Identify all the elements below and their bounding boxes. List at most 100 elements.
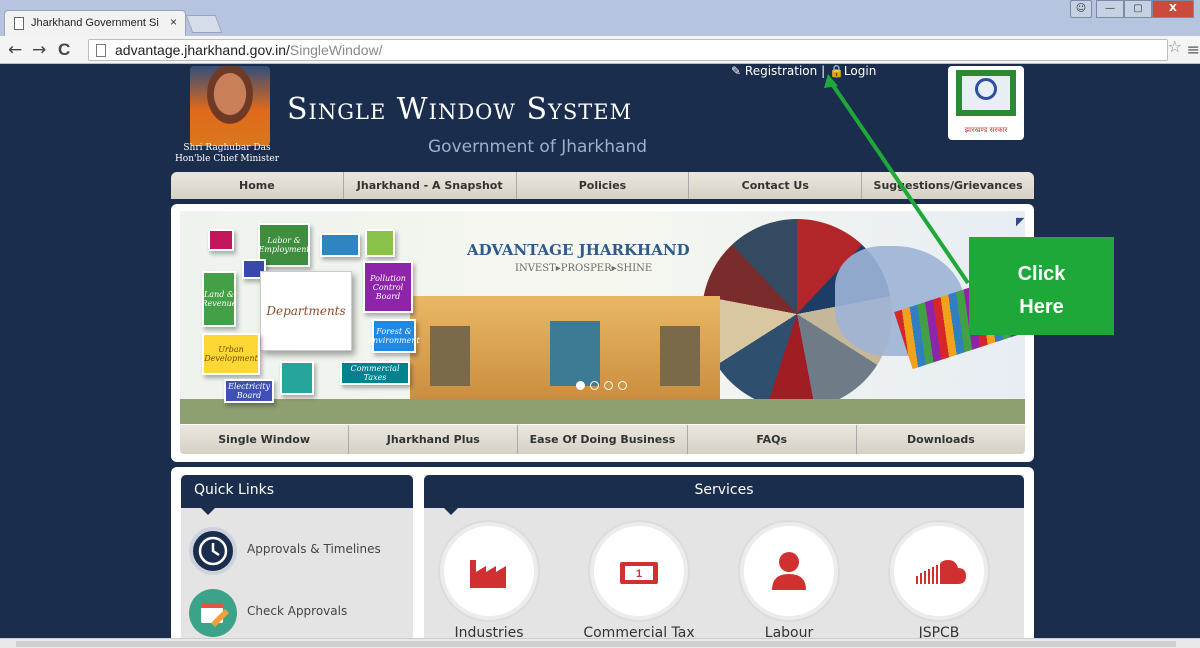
dept-block	[320, 233, 360, 257]
building-window	[660, 326, 700, 386]
service-industries[interactable]	[440, 522, 538, 620]
advantage-banner-carousel[interactable]: Labor & Employment Pollution Control Boa…	[180, 211, 1025, 424]
dept-block	[208, 229, 234, 251]
service-label-industries[interactable]: Industries	[419, 625, 559, 638]
subnav-jharkhand-plus[interactable]: Jharkhand Plus	[349, 425, 519, 454]
browser-menu-icon[interactable]: ≡	[1187, 40, 1200, 59]
nav-snapshot[interactable]: Jharkhand - A Snapshot	[344, 172, 517, 199]
cm-title: Hon'ble Chief Minister	[174, 154, 280, 164]
edit-icon: ✎	[731, 64, 742, 78]
back-icon[interactable]: ←	[8, 40, 22, 60]
chief-minister-photo	[190, 66, 270, 146]
close-window-button[interactable]: X	[1152, 0, 1194, 18]
scrollbar-thumb[interactable]	[16, 641, 1176, 647]
cm-name: Shri Raghubar Das	[183, 143, 271, 153]
url-path: SingleWindow/	[289, 42, 383, 58]
horizontal-scrollbar[interactable]	[0, 638, 1200, 648]
subnav-faqs[interactable]: FAQs	[688, 425, 857, 454]
money-icon: 1	[620, 562, 658, 584]
carousel-dot[interactable]	[604, 381, 613, 390]
page-info-icon[interactable]	[96, 44, 106, 57]
quick-link-check-approvals[interactable]: Check Approvals	[189, 589, 409, 637]
clock-icon	[189, 527, 237, 575]
calendar-pencil-icon	[189, 589, 237, 637]
quick-links-panel: Quick Links Approvals & Timelines Check …	[181, 475, 413, 638]
dept-block-electricity: Electricity Board	[224, 379, 274, 403]
maximize-button[interactable]: ▢	[1124, 0, 1152, 18]
browser-tab-bar: Jharkhand Government Si × ☺ — ▢ X	[0, 0, 1200, 36]
carousel-dot[interactable]	[576, 381, 585, 390]
svg-text:1: 1	[636, 568, 642, 580]
dept-block	[280, 361, 314, 395]
subnav-ease-of-business[interactable]: Ease Of Doing Business	[518, 425, 688, 454]
services-panel: Services Industries 1 Commercial Tax Lab…	[424, 475, 1024, 638]
service-label-jspcb[interactable]: JSPCB	[869, 625, 1009, 638]
address-bar: ← → C advantage.jharkhand.gov.in/SingleW…	[0, 36, 1200, 64]
carousel-indicators	[576, 381, 627, 390]
service-label-commercial-tax[interactable]: Commercial Tax	[569, 625, 709, 638]
quick-link-label: Check Approvals	[247, 604, 348, 618]
quick-link-label: Approvals & Timelines	[247, 542, 381, 556]
service-labour[interactable]	[740, 522, 838, 620]
login-link[interactable]: Login	[844, 64, 876, 78]
url-domain: advantage.jharkhand.gov.in/	[115, 42, 290, 58]
account-links: ✎ Registration | 🔒Login	[731, 64, 876, 78]
service-commercial-tax[interactable]: 1	[590, 522, 688, 620]
building-photo	[410, 296, 720, 406]
emblem-wheel-icon	[975, 78, 997, 100]
subnav-downloads[interactable]: Downloads	[857, 425, 1025, 454]
banner-container: Labor & Employment Pollution Control Boa…	[171, 204, 1034, 462]
link-separator: |	[821, 64, 826, 78]
dept-block-forest: Forest & environment	[368, 319, 420, 353]
dept-block	[365, 229, 395, 257]
callout-line-2: Here	[1019, 296, 1064, 318]
dept-block-pollution: Pollution Control Board	[363, 261, 413, 313]
carousel-dot[interactable]	[618, 381, 627, 390]
close-tab-icon[interactable]: ×	[170, 15, 177, 29]
dept-block-commercial: Commercial Taxes	[340, 361, 410, 385]
dept-block-land: Land & Revenue	[201, 271, 237, 327]
carousel-next-icon[interactable]: ◤	[1016, 215, 1024, 228]
forward-icon[interactable]: →	[32, 40, 46, 60]
nav-contact[interactable]: Contact Us	[689, 172, 863, 199]
dept-block-departments: Departments	[260, 271, 352, 351]
subnav-single-window[interactable]: Single Window	[180, 425, 350, 454]
tab-title: Jharkhand Government Si	[31, 17, 159, 29]
nav-policies[interactable]: Policies	[517, 172, 690, 199]
services-title: Services	[424, 475, 1024, 515]
site-title: Single Window System	[287, 92, 633, 127]
quick-links-title: Quick Links	[181, 475, 413, 515]
browser-tab[interactable]: Jharkhand Government Si ×	[4, 10, 186, 36]
cloud-icon	[916, 560, 966, 584]
dept-block-urban: Urban Development	[202, 333, 260, 375]
secondary-navigation: Single Window Jharkhand Plus Ease Of Doi…	[180, 425, 1025, 454]
page-icon	[14, 17, 24, 30]
web-page: ✎ Registration | 🔒Login Shri Raghubar Da…	[0, 64, 1200, 638]
lock-icon: 🔒	[828, 64, 844, 78]
nav-home[interactable]: Home	[171, 172, 344, 199]
nav-suggestions[interactable]: Suggestions/Grievances	[862, 172, 1034, 199]
profile-icon[interactable]: ☺	[1070, 0, 1092, 18]
registration-link[interactable]: Registration	[745, 64, 817, 78]
content-container: Quick Links Approvals & Timelines Check …	[171, 467, 1034, 638]
bookmark-star-icon[interactable]: ☆	[1168, 37, 1182, 56]
factory-icon	[470, 560, 506, 588]
building-window	[430, 326, 470, 386]
building-window	[550, 321, 600, 386]
service-label-labour[interactable]: Labour	[719, 625, 859, 638]
ground	[180, 399, 1025, 424]
service-jspcb[interactable]	[890, 522, 988, 620]
reload-icon[interactable]: C	[58, 40, 70, 60]
click-here-callout: Click Here	[969, 237, 1114, 335]
new-tab-button[interactable]	[185, 15, 223, 33]
person-icon	[772, 552, 806, 590]
chief-minister-caption: Shri Raghubar Das Hon'ble Chief Minister	[172, 143, 282, 165]
emblem-text: झारखण्ड सरकार	[964, 126, 1008, 134]
url-input[interactable]: advantage.jharkhand.gov.in/SingleWindow/	[88, 39, 1168, 61]
carousel-dot[interactable]	[590, 381, 599, 390]
banner-headline: ADVANTAGE JHARKHAND	[467, 241, 690, 259]
quick-link-approvals[interactable]: Approvals & Timelines	[189, 527, 409, 575]
jharkhand-emblem-logo: झारखण्ड सरकार	[948, 66, 1024, 140]
site-subtitle: Government of Jharkhand	[428, 137, 648, 157]
minimize-button[interactable]: —	[1096, 0, 1124, 18]
